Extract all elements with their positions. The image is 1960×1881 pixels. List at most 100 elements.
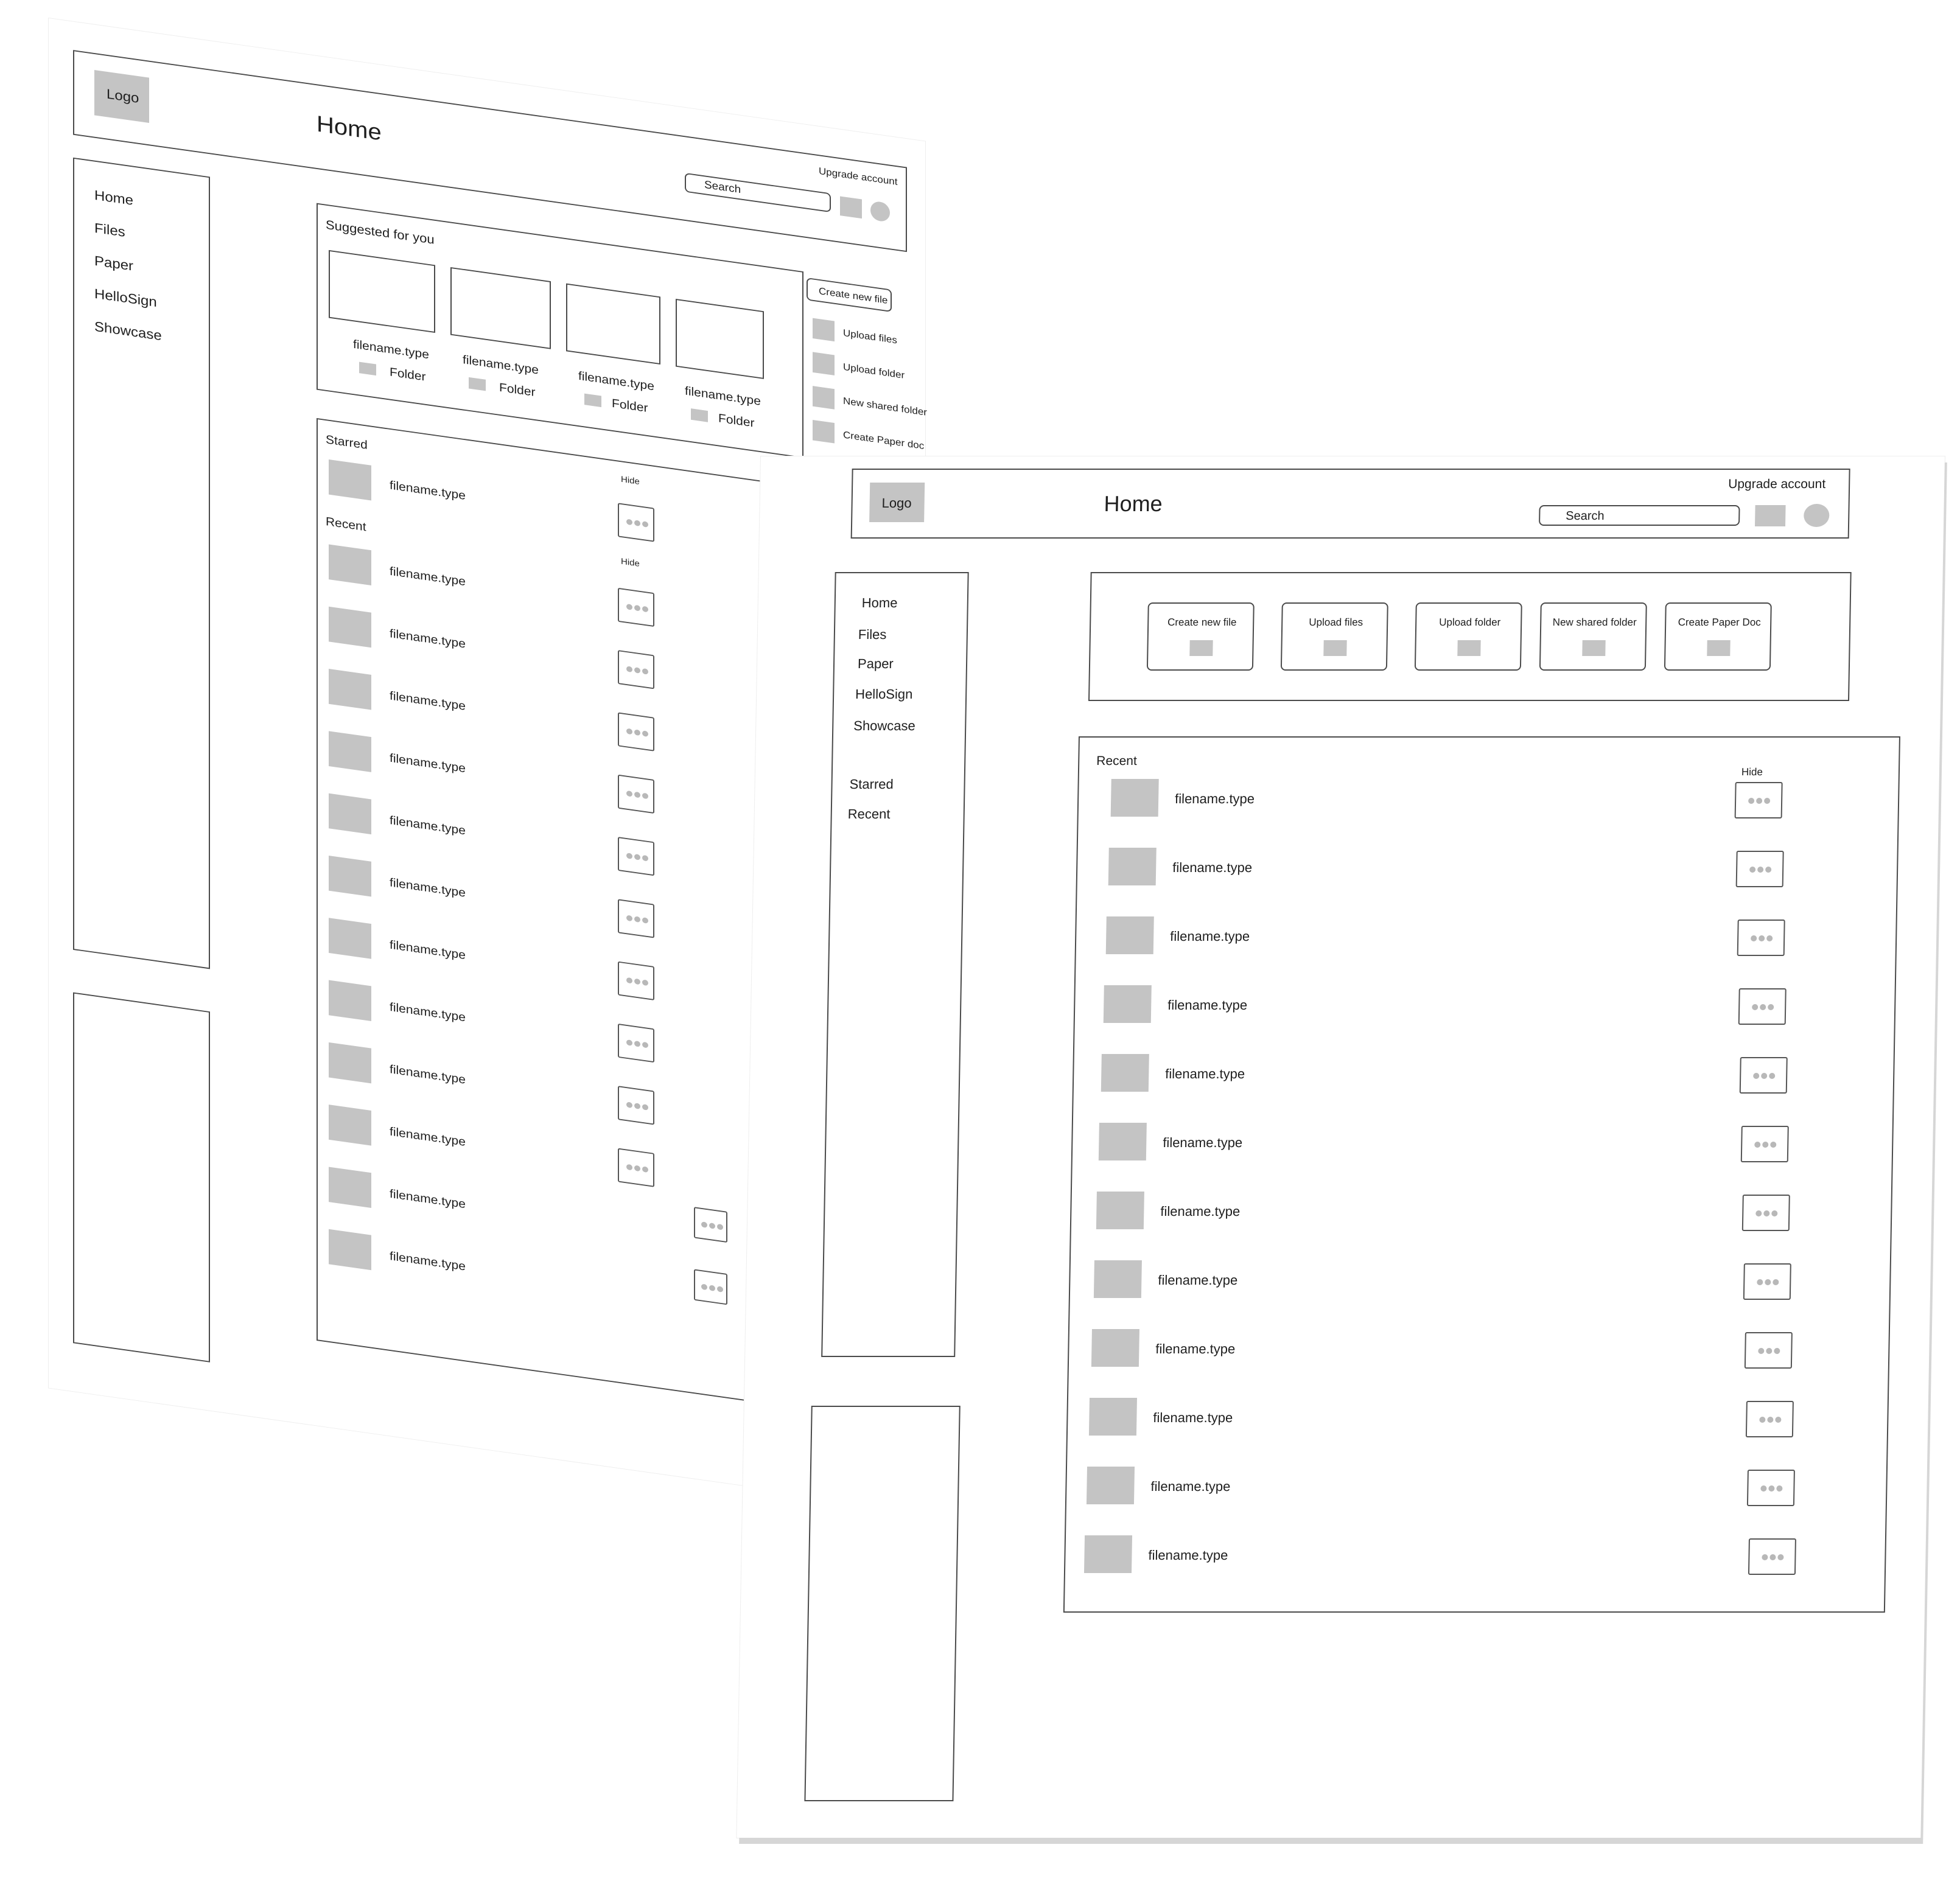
more-options-button[interactable] — [1741, 1195, 1790, 1231]
recent-file-name[interactable]: filename.type — [1148, 1548, 1228, 1563]
dot-icon — [634, 604, 640, 612]
more-options-button[interactable] — [618, 899, 654, 938]
dot-icon — [634, 854, 640, 860]
dot-icon — [626, 915, 632, 922]
dot-icon — [642, 521, 648, 528]
suggested-card-3[interactable] — [566, 283, 660, 365]
dot-icon — [1777, 1554, 1784, 1560]
sidebar — [73, 157, 210, 969]
suggested-card-4[interactable] — [676, 298, 764, 379]
create-paper-doc-button[interactable]: Create Paper Doc — [1664, 602, 1772, 671]
recent-file-name[interactable]: filename.type — [1158, 1272, 1237, 1288]
file-thumbnail — [329, 606, 371, 648]
more-options-button[interactable] — [618, 774, 654, 814]
nav-item-paper[interactable]: Paper — [858, 656, 894, 671]
more-options-button[interactable] — [694, 1269, 727, 1305]
upgrade-account-link[interactable]: Upgrade account — [1728, 477, 1825, 491]
folder-icon — [691, 408, 708, 422]
dot-icon — [634, 978, 640, 985]
recent-file-name[interactable]: filename.type — [1172, 860, 1252, 875]
logo[interactable]: Logo — [94, 69, 149, 123]
more-options-button[interactable] — [1748, 1538, 1796, 1575]
dot-icon — [1776, 1485, 1783, 1492]
more-options-button[interactable] — [618, 650, 654, 689]
more-options-button[interactable] — [618, 712, 654, 752]
recent-file-name[interactable]: filename.type — [1165, 1066, 1245, 1081]
action-label: Create new file — [1167, 616, 1237, 628]
more-options-button[interactable] — [1740, 1126, 1789, 1162]
dot-icon — [634, 729, 640, 736]
nav-item-home[interactable]: Home — [862, 595, 898, 610]
upload-folder-action[interactable]: Upload folder — [843, 361, 905, 381]
file-thumbnail — [329, 1105, 371, 1146]
more-options-button[interactable] — [1737, 920, 1785, 956]
notifications-icon[interactable] — [840, 196, 862, 219]
more-options-button[interactable] — [1745, 1401, 1794, 1437]
file-thumbnail — [329, 855, 371, 897]
file-thumbnail — [1088, 1398, 1137, 1436]
dot-icon — [626, 977, 632, 984]
dot-icon — [1768, 1485, 1775, 1492]
suggested-card-2[interactable] — [450, 267, 551, 349]
recent-file-name[interactable]: filename.type — [1153, 1410, 1233, 1425]
nav-item-hellosign[interactable]: HelloSign — [855, 686, 913, 702]
more-options-button[interactable] — [618, 1023, 654, 1063]
nav-item-starred[interactable]: Starred — [849, 776, 894, 792]
hide-starred-link[interactable]: Hide — [621, 475, 640, 487]
recent-file-name[interactable]: filename.type — [1167, 997, 1247, 1013]
nav-item-files[interactable]: Files — [858, 627, 887, 642]
recent-file-name[interactable]: filename.type — [1163, 1135, 1242, 1150]
more-options-button[interactable] — [1744, 1332, 1793, 1369]
more-options-button[interactable] — [618, 587, 654, 627]
more-options-button[interactable] — [694, 1207, 727, 1243]
more-options-button[interactable] — [618, 837, 654, 876]
logo[interactable]: Logo — [869, 483, 925, 522]
dot-icon — [1770, 1142, 1777, 1148]
recent-file-name[interactable]: filename.type — [1155, 1341, 1235, 1356]
search-placeholder: Search — [704, 178, 741, 196]
file-thumbnail — [1110, 779, 1159, 817]
action-icon — [1323, 640, 1347, 656]
more-options-button[interactable] — [618, 1148, 654, 1187]
hide-recent-link[interactable]: Hide — [1741, 766, 1763, 778]
recent-file-name[interactable]: filename.type — [1170, 929, 1250, 944]
recent-file-name[interactable]: filename.type — [1150, 1479, 1230, 1494]
more-options-button[interactable] — [1739, 1057, 1788, 1094]
upload-files-button[interactable]: Upload files — [1280, 602, 1388, 671]
more-options-button[interactable] — [1738, 988, 1787, 1025]
dot-icon — [1768, 1004, 1774, 1010]
search-input[interactable]: Search — [1539, 505, 1740, 526]
new-shared-folder-button[interactable]: New shared folder — [1539, 602, 1647, 671]
recent-file-name[interactable]: filename.type — [1160, 1204, 1240, 1219]
more-options-button[interactable] — [1746, 1470, 1795, 1506]
nav-item-showcase[interactable]: Showcase — [853, 718, 915, 733]
more-options-button[interactable] — [618, 961, 654, 1000]
dot-icon — [626, 1039, 632, 1046]
notifications-icon[interactable] — [1754, 505, 1786, 526]
more-options-button[interactable] — [1734, 782, 1783, 818]
more-options-button[interactable] — [1735, 851, 1784, 887]
dot-icon — [1756, 798, 1763, 804]
dot-icon — [634, 520, 640, 527]
more-options-button[interactable] — [618, 503, 654, 542]
action-label: Upload files — [1309, 616, 1363, 628]
recent-file-name[interactable]: filename.type — [1175, 791, 1255, 806]
dot-icon — [1757, 867, 1764, 873]
upload-files-action[interactable]: Upload files — [843, 327, 897, 346]
create-new-file-button[interactable]: Create new file — [807, 277, 892, 312]
new-shared-folder-action[interactable]: New shared folder — [843, 396, 927, 418]
dot-icon — [1749, 867, 1756, 873]
create-new-file-button[interactable]: Create new file — [1146, 602, 1255, 671]
more-options-button[interactable] — [1743, 1263, 1791, 1300]
dot-icon — [1773, 1279, 1779, 1285]
dot-icon — [1766, 935, 1773, 941]
nav-item-recent[interactable]: Recent — [848, 806, 891, 822]
dot-icon — [642, 1104, 648, 1111]
file-thumbnail — [1101, 1054, 1149, 1092]
create-paper-doc-action[interactable]: Create Paper doc — [843, 429, 924, 451]
upload-folder-button[interactable]: Upload folder — [1414, 602, 1522, 671]
more-options-button[interactable] — [618, 1086, 654, 1125]
upload-folder-icon — [813, 352, 835, 375]
hide-recent-link[interactable]: Hide — [621, 556, 640, 568]
dot-icon — [1775, 1417, 1782, 1423]
